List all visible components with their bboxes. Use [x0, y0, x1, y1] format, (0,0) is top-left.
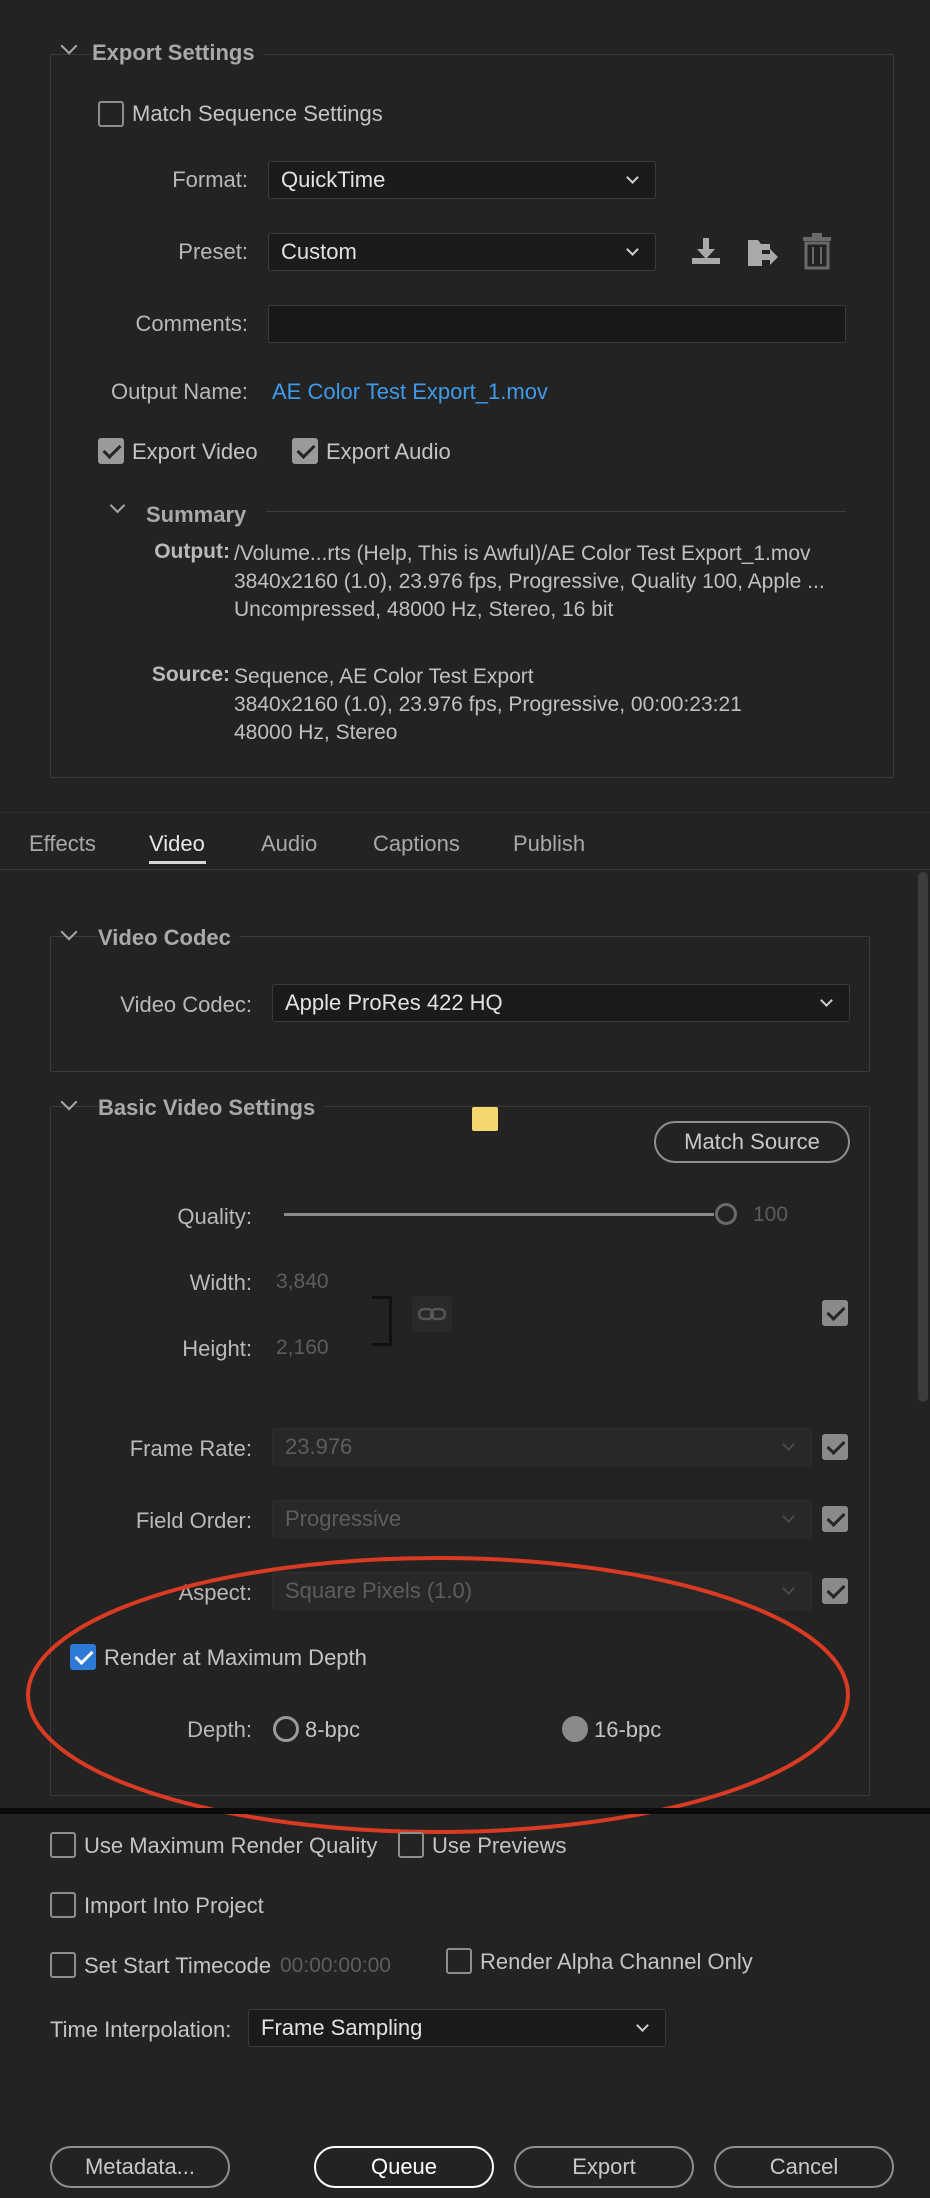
chevron-down-icon: [820, 994, 833, 1007]
frame-rate-override-checkbox[interactable]: [822, 1434, 848, 1460]
use-max-render-quality-checkbox[interactable]: [50, 1832, 76, 1858]
tab-bar: [0, 812, 930, 870]
link-icon[interactable]: [412, 1296, 452, 1332]
use-previews-checkbox[interactable]: [398, 1832, 424, 1858]
comments-label: Comments:: [135, 311, 248, 336]
frame-rate-value: 23.976: [285, 1434, 353, 1459]
import-into-project-checkbox[interactable]: [50, 1892, 76, 1918]
field-order-label: Field Order:: [135, 1508, 252, 1533]
format-label: Format:: [172, 167, 248, 192]
import-into-project-label: Import Into Project: [84, 1893, 264, 1918]
save-preset-icon[interactable]: [688, 234, 724, 270]
comments-field[interactable]: [268, 305, 846, 343]
match-source-button[interactable]: Match Source: [654, 1121, 850, 1163]
video-codec-label: Video Codec:: [120, 992, 252, 1017]
chevron-down-icon: [782, 1510, 795, 1523]
quality-slider-handle[interactable]: [715, 1203, 737, 1225]
chevron-down-icon[interactable]: [60, 37, 78, 55]
tab-video[interactable]: Video: [149, 831, 205, 857]
export-settings-title: Export Settings: [92, 40, 263, 66]
preset-label: Preset:: [178, 239, 248, 264]
use-max-render-quality-label: Use Maximum Render Quality: [84, 1833, 378, 1858]
preset-dropdown[interactable]: Custom: [268, 233, 656, 271]
preset-value: Custom: [281, 239, 357, 264]
summary-divider: [266, 511, 846, 512]
dimensions-override-checkbox[interactable]: [822, 1300, 848, 1326]
video-codec-title: Video Codec: [98, 925, 239, 951]
output-name-label: Output Name:: [111, 379, 248, 404]
tab-audio[interactable]: Audio: [261, 831, 317, 857]
trash-icon[interactable]: [800, 232, 834, 270]
quality-slider-track[interactable]: [284, 1213, 714, 1216]
export-video-label: Export Video: [132, 439, 258, 464]
time-interpolation-label: Time Interpolation:: [50, 2017, 232, 2042]
field-order-value: Progressive: [285, 1506, 402, 1531]
video-codec-dropdown[interactable]: Apple ProRes 422 HQ: [272, 984, 850, 1022]
render-alpha-only-label: Render Alpha Channel Only: [480, 1949, 753, 1974]
format-dropdown[interactable]: QuickTime: [268, 161, 656, 199]
match-sequence-label: Match Sequence Settings: [132, 101, 383, 126]
width-value: 3,840: [276, 1270, 329, 1293]
quality-value: 100: [753, 1203, 789, 1226]
frame-rate-dropdown[interactable]: 23.976: [272, 1428, 812, 1466]
chevron-down-icon: [626, 243, 639, 256]
summary-output-key: Output:: [154, 540, 230, 563]
use-previews-label: Use Previews: [432, 1833, 567, 1858]
export-button[interactable]: Export: [514, 2146, 694, 2188]
start-timecode-value[interactable]: 00:00:00:00: [280, 1954, 391, 1978]
tab-effects[interactable]: Effects: [29, 831, 96, 857]
quality-slider-fill: [284, 1213, 714, 1216]
export-audio-label: Export Audio: [326, 439, 451, 464]
summary-source-line-2: 3840x2160 (1.0), 23.976 fps, Progressive…: [234, 693, 742, 716]
summary-output-line-2: 3840x2160 (1.0), 23.976 fps, Progressive…: [234, 570, 825, 593]
queue-button[interactable]: Queue: [314, 2146, 494, 2188]
time-interpolation-dropdown[interactable]: Frame Sampling: [248, 2009, 666, 2047]
set-start-timecode-checkbox[interactable]: [50, 1952, 76, 1978]
match-sequence-checkbox[interactable]: [98, 101, 124, 127]
height-label: Height:: [182, 1336, 252, 1361]
dimension-link-bracket: [372, 1296, 392, 1346]
output-name-link[interactable]: AE Color Test Export_1.mov: [272, 379, 548, 405]
scrollbar-thumb[interactable]: [918, 872, 928, 1402]
video-codec-value: Apple ProRes 422 HQ: [285, 990, 503, 1015]
quality-label: Quality:: [177, 1204, 252, 1229]
chevron-down-icon: [782, 1438, 795, 1451]
basic-video-settings-title: Basic Video Settings: [98, 1095, 324, 1121]
width-label: Width:: [189, 1270, 252, 1295]
cancel-button[interactable]: Cancel: [714, 2146, 894, 2188]
export-video-checkbox[interactable]: [98, 438, 124, 464]
height-value: 2,160: [276, 1336, 329, 1359]
summary-source-line-1: Sequence, AE Color Test Export: [234, 665, 534, 688]
import-preset-icon[interactable]: [744, 234, 780, 270]
format-value: QuickTime: [281, 167, 386, 192]
chevron-down-icon: [636, 2019, 649, 2032]
yellow-marker: [472, 1107, 498, 1131]
tab-captions[interactable]: Captions: [373, 831, 460, 857]
panel-divider: [0, 1808, 930, 1814]
chevron-down-icon: [626, 171, 639, 184]
active-tab-underline: [149, 861, 206, 864]
summary-output-line-1: /Volume...rts (Help, This is Awful)/AE C…: [234, 542, 811, 565]
field-order-override-checkbox[interactable]: [822, 1506, 848, 1532]
summary-source-key: Source:: [151, 663, 230, 686]
export-audio-checkbox[interactable]: [292, 438, 318, 464]
metadata-button[interactable]: Metadata...: [50, 2146, 230, 2188]
highlight-ellipse-annotation: [26, 1556, 850, 1834]
summary-title: Summary: [146, 502, 255, 528]
field-order-dropdown[interactable]: Progressive: [272, 1500, 812, 1538]
render-alpha-only-checkbox[interactable]: [446, 1948, 472, 1974]
summary-output-line-3: Uncompressed, 48000 Hz, Stereo, 16 bit: [234, 598, 614, 621]
frame-rate-label: Frame Rate:: [129, 1436, 252, 1461]
summary-source-line-3: 48000 Hz, Stereo: [234, 721, 398, 744]
time-interpolation-value: Frame Sampling: [261, 2015, 423, 2040]
set-start-timecode-label: Set Start Timecode: [84, 1953, 272, 1978]
tab-publish[interactable]: Publish: [513, 831, 585, 857]
